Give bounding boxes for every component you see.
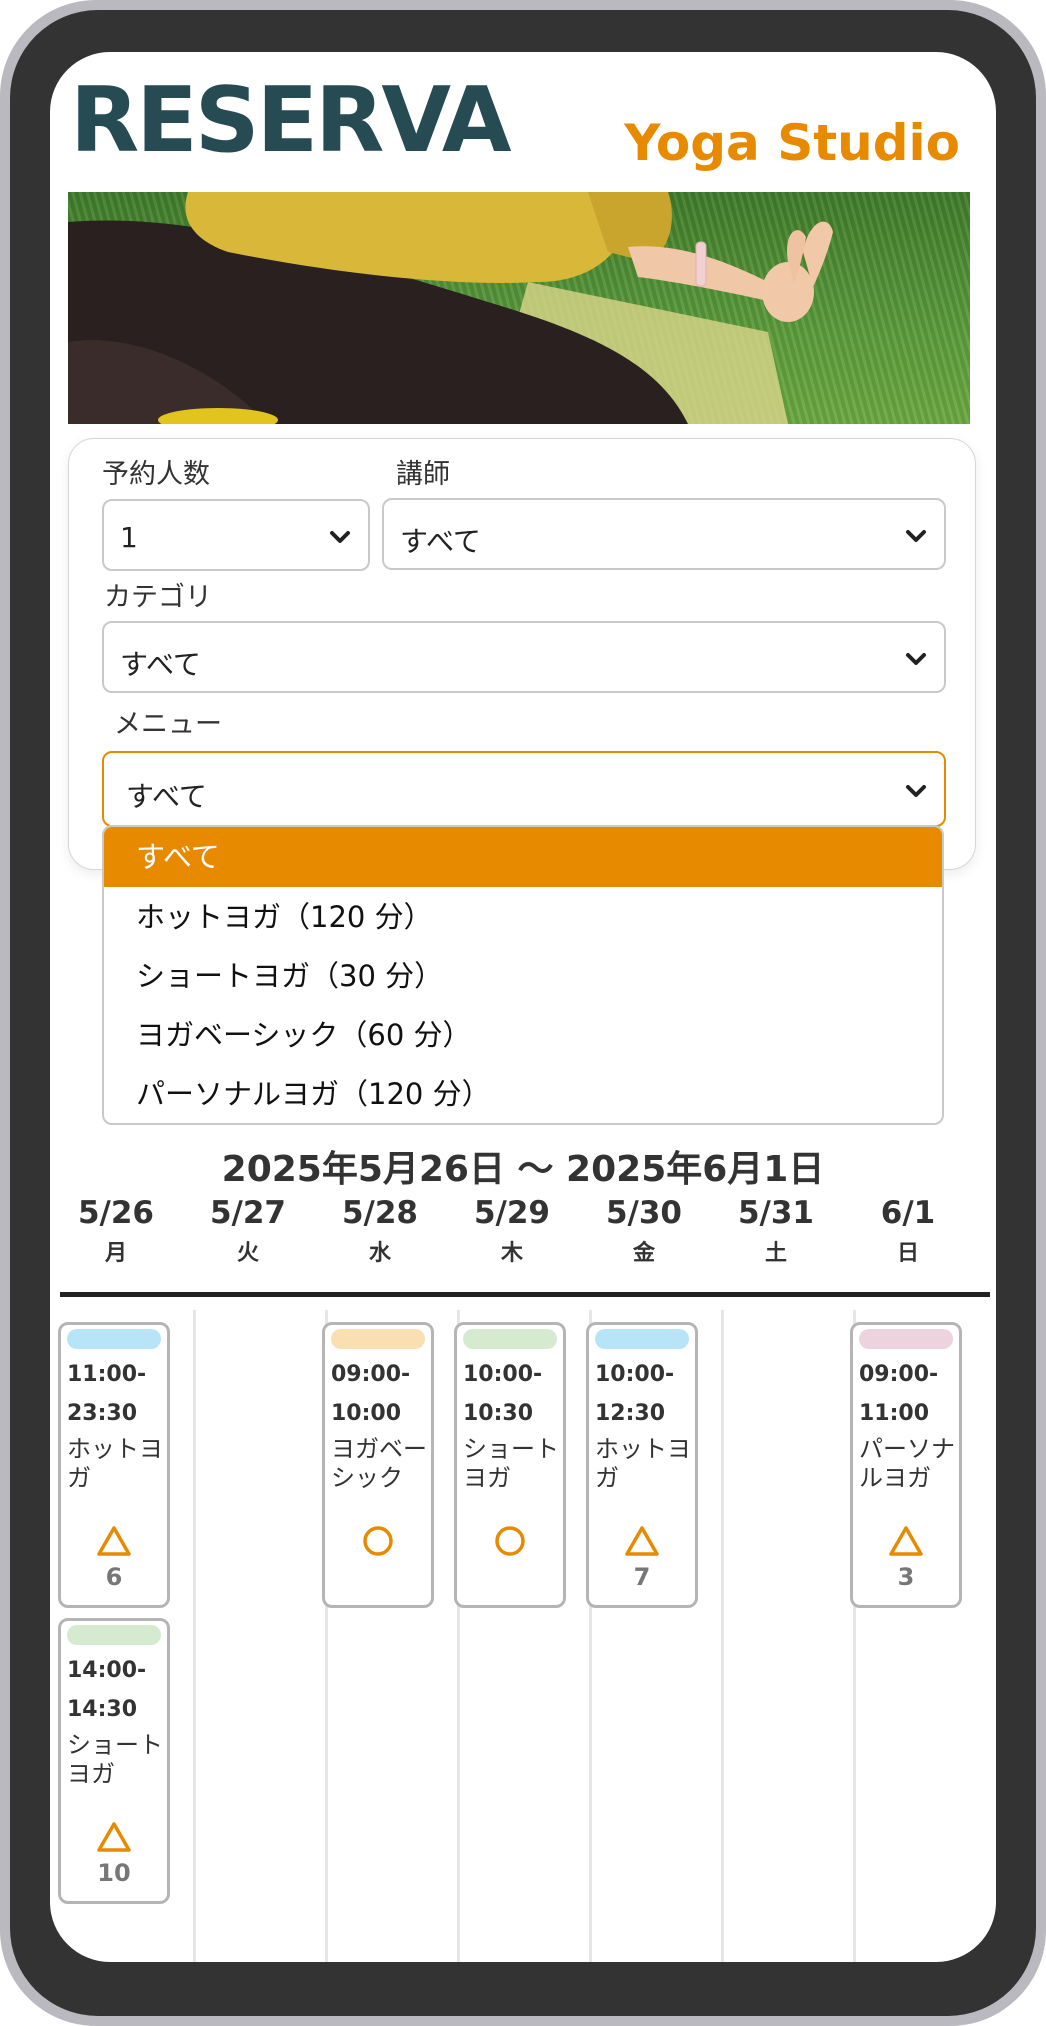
slot-time: 11:00- 23:30 (67, 1362, 147, 1426)
chevron-down-icon (906, 785, 926, 797)
menu-option-yoga-basic[interactable]: ヨガベーシック（60 分） (104, 1005, 942, 1065)
category-color-bar (67, 1625, 161, 1645)
week-divider (60, 1292, 990, 1297)
category-color-bar (595, 1329, 689, 1349)
day-header: 5/26 月 (77, 1195, 155, 1266)
day-header: 5/27 火 (209, 1195, 287, 1266)
instructor-select[interactable]: すべて (382, 498, 946, 570)
category-color-bar (463, 1329, 557, 1349)
available-circle-icon (457, 1525, 563, 1561)
menu-label: メニュー (114, 709, 222, 740)
category-color-bar (859, 1329, 953, 1349)
few-left-triangle-icon (853, 1525, 959, 1561)
menu-select[interactable]: すべて (102, 751, 946, 827)
slot-time: 10:00- 10:30 (463, 1362, 543, 1426)
week-range-title: 2025年5月26日 〜 2025年6月1日 (221, 1149, 825, 1190)
slot-time: 09:00- 11:00 (859, 1362, 939, 1426)
app-screen: RESERVA Yoga Studio 予約人数 1 講師 すべて カテゴリ す… (50, 52, 996, 1962)
party-size-label: 予約人数 (102, 459, 210, 490)
instructor-value: すべて (400, 525, 481, 558)
remaining-seats-count: 6 (105, 1563, 123, 1591)
menu-option-all[interactable]: すべて (104, 827, 942, 887)
day-header: 5/29 木 (473, 1195, 551, 1266)
remaining-seats-count: 10 (97, 1859, 131, 1887)
few-left-triangle-icon (61, 1821, 167, 1857)
remaining-seats-count: 7 (633, 1563, 651, 1591)
column-divider (721, 1310, 724, 1962)
remaining-seats-count: 3 (897, 1563, 915, 1591)
category-color-bar (331, 1329, 425, 1349)
day-header: 5/31 土 (737, 1195, 815, 1266)
few-left-triangle-icon (589, 1525, 695, 1561)
few-left-triangle-icon (61, 1525, 167, 1561)
class-slot-card[interactable]: 11:00- 23:30 ホットヨガ 6 (58, 1322, 170, 1608)
chevron-down-icon (330, 531, 350, 543)
menu-value: すべて (126, 780, 207, 813)
class-slot-card[interactable]: 09:00- 11:00 パーソナルヨガ 3 (850, 1322, 962, 1608)
slot-time: 10:00- 12:30 (595, 1362, 675, 1426)
party-size-value: 1 (120, 521, 138, 554)
instructor-label: 講師 (396, 459, 450, 490)
day-header: 5/28 水 (341, 1195, 419, 1266)
menu-option-personal-yoga[interactable]: パーソナルヨガ（120 分） (104, 1064, 942, 1123)
brand-logo[interactable]: RESERVA (70, 76, 512, 166)
class-slot-card[interactable]: 10:00- 10:30 ショートヨガ (454, 1322, 566, 1608)
chevron-down-icon (906, 653, 926, 665)
class-slot-card[interactable]: 10:00- 12:30 ホットヨガ 7 (586, 1322, 698, 1608)
day-header: 6/1 日 (880, 1195, 936, 1266)
category-color-bar (67, 1329, 161, 1349)
slot-time: 14:00- 14:30 (67, 1658, 147, 1722)
menu-option-hot-yoga[interactable]: ホットヨガ（120 分） (104, 887, 942, 947)
chevron-down-icon (906, 530, 926, 542)
category-label: カテゴリ (104, 582, 212, 613)
studio-name: Yoga Studio (624, 114, 960, 172)
slot-time: 09:00- 10:00 (331, 1362, 411, 1426)
slot-class-name: パーソナルヨガ (859, 1435, 955, 1492)
slot-class-name: ホットヨガ (67, 1435, 163, 1492)
category-select[interactable]: すべて (102, 621, 946, 693)
slot-class-name: ショートヨガ (463, 1435, 559, 1492)
class-slot-card[interactable]: 14:00- 14:30 ショートヨガ 10 (58, 1618, 170, 1904)
day-header: 5/30 金 (605, 1195, 683, 1266)
column-divider (193, 1310, 196, 1962)
slot-class-name: ショートヨガ (67, 1731, 163, 1788)
party-size-select[interactable]: 1 (102, 499, 370, 571)
class-slot-card[interactable]: 09:00- 10:00 ヨガベーシック (322, 1322, 434, 1608)
available-circle-icon (325, 1525, 431, 1561)
slot-class-name: ホットヨガ (595, 1435, 691, 1492)
menu-option-short-yoga[interactable]: ショートヨガ（30 分） (104, 946, 942, 1006)
menu-dropdown-list: すべて ホットヨガ（120 分） ショートヨガ（30 分） ヨガベーシック（60… (102, 825, 944, 1125)
slot-class-name: ヨガベーシック (331, 1435, 427, 1492)
category-value: すべて (120, 648, 201, 681)
hero-image (68, 192, 970, 424)
